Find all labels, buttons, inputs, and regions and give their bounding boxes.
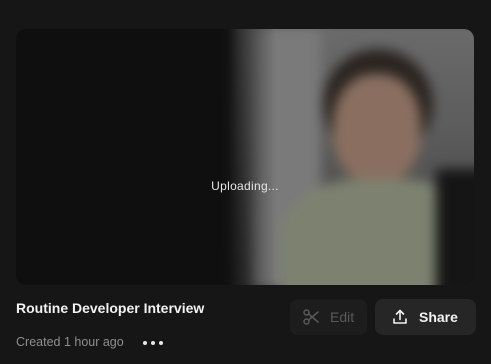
recording-title[interactable]: Routine Developer Interview (16, 300, 204, 316)
share-button-label: Share (419, 309, 458, 325)
edit-button[interactable]: Edit (290, 299, 367, 335)
thumbnail-edge-fade (216, 29, 276, 285)
video-thumbnail[interactable]: Uploading... (16, 29, 474, 285)
thumbnail-dark-area (16, 29, 241, 285)
created-timestamp: Created 1 hour ago (16, 335, 124, 349)
more-options-button[interactable] (143, 333, 163, 353)
upload-status: Uploading... (211, 179, 279, 193)
share-button[interactable]: Share (375, 299, 476, 335)
scissors-icon (302, 308, 320, 326)
recording-card: Uploading... Routine Developer Interview… (0, 0, 491, 364)
edit-button-label: Edit (330, 309, 355, 325)
more-horizontal-icon (143, 341, 147, 345)
share-upload-icon (391, 308, 409, 326)
